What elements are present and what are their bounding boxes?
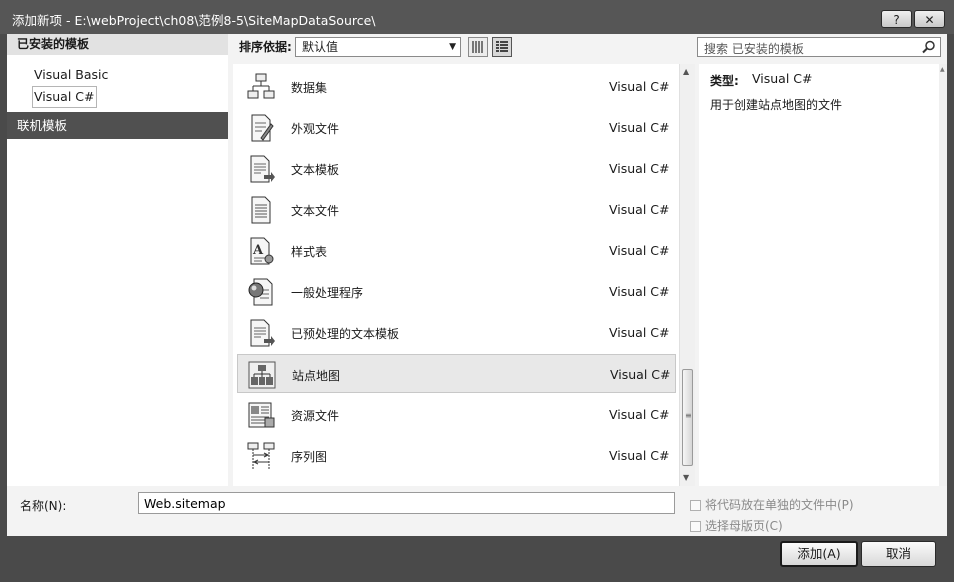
installed-templates-header[interactable]: 已安装的模板: [7, 34, 228, 55]
template-language: Visual C#: [609, 243, 670, 258]
template-language: Visual C#: [609, 161, 670, 176]
grip-icon: ≡: [685, 411, 692, 420]
checkbox-box[interactable]: [690, 500, 701, 511]
template-name: 序列图: [291, 450, 328, 464]
item-name-input[interactable]: [138, 492, 675, 514]
template-item-generic-handler[interactable]: 一般处理程序 Visual C#: [237, 272, 676, 311]
template-category-panel: 已安装的模板 Visual Basic Visual C# 联机模板: [7, 34, 228, 486]
cancel-button[interactable]: 取消: [861, 541, 936, 567]
svg-text:A: A: [252, 243, 264, 258]
scroll-up-icon[interactable]: ▲: [940, 66, 945, 73]
search-placeholder: 搜索 已安装的模板: [704, 42, 804, 56]
category-visual-basic[interactable]: Visual Basic: [34, 65, 108, 85]
add-new-item-dialog: 添加新项 - E:\webProject\ch08\范例8-5\SiteMapD…: [0, 0, 954, 582]
template-language: Visual C#: [610, 367, 671, 382]
template-item-resource-file[interactable]: 资源文件 Visual C#: [237, 395, 676, 434]
dialog-body: 已安装的模板 Visual Basic Visual C# 联机模板 排序依据:…: [7, 34, 947, 574]
type-value: Visual C#: [752, 71, 813, 86]
template-language: Visual C#: [609, 325, 670, 340]
template-item-sequence-diagram[interactable]: 序列图 Visual C#: [237, 436, 676, 475]
template-language: Visual C#: [609, 448, 670, 463]
grid-view-icon: [472, 41, 483, 53]
template-language: Visual C#: [609, 284, 670, 299]
scroll-up-icon[interactable]: ▲: [683, 67, 689, 76]
template-item-text-file[interactable]: 文本文件 Visual C#: [237, 190, 676, 229]
resource-file-icon: [248, 402, 275, 428]
checkbox-box[interactable]: [690, 521, 701, 532]
search-icon[interactable]: [922, 40, 936, 54]
title-bar[interactable]: 添加新项 - E:\webProject\ch08\范例8-5\SiteMapD…: [0, 0, 954, 34]
details-scrollbar[interactable]: ▲: [939, 64, 947, 486]
dataset-icon: [247, 73, 275, 99]
name-label: 名称(N):: [20, 499, 67, 513]
template-item-skin-file[interactable]: 外观文件 Visual C#: [237, 108, 676, 147]
template-name: 文本文件: [291, 204, 340, 218]
template-name: 资源文件: [291, 409, 340, 423]
checkbox-label: 选择母版页(C): [705, 519, 783, 533]
template-language: Visual C#: [609, 120, 670, 135]
list-view-icon: [496, 41, 508, 52]
template-item-stylesheet[interactable]: A 样式表 Visual C#: [237, 231, 676, 270]
template-item-dataset[interactable]: 数据集 Visual C#: [237, 67, 676, 106]
template-item-text-template[interactable]: 文本模板 Visual C#: [237, 149, 676, 188]
sort-by-label: 排序依据:: [239, 40, 292, 54]
separate-code-file-checkbox[interactable]: 将代码放在单独的文件中(P): [690, 496, 854, 512]
sort-by-dropdown[interactable]: 默认值 ▼: [295, 37, 461, 57]
category-visual-csharp[interactable]: Visual C#: [32, 86, 97, 108]
sort-by-value: 默认值: [302, 40, 339, 54]
generic-handler-icon: [248, 278, 273, 306]
template-search-input[interactable]: 搜索 已安装的模板: [697, 37, 941, 57]
medium-icons-view-button[interactable]: [468, 37, 488, 57]
template-item-preprocessed-text-template[interactable]: 已预处理的文本模板 Visual C#: [237, 313, 676, 352]
dropdown-arrow-icon: ▼: [449, 42, 456, 52]
template-list: 数据集 Visual C# 外观文件 Visual C# 文本模板 Visual…: [233, 64, 695, 486]
template-language: Visual C#: [609, 79, 670, 94]
text-file-icon: [251, 196, 271, 224]
template-name: 数据集: [291, 81, 328, 95]
template-language: Visual C#: [609, 202, 670, 217]
template-name: 文本模板: [291, 163, 340, 177]
template-description: 用于创建站点地图的文件: [710, 98, 843, 112]
scrollbar-thumb[interactable]: ≡: [682, 369, 693, 466]
checkbox-label: 将代码放在单独的文件中(P): [705, 498, 854, 512]
skin-file-icon: [251, 114, 274, 142]
scroll-down-icon[interactable]: ▼: [683, 473, 689, 482]
template-name: 外观文件: [291, 122, 340, 136]
template-name: 站点地图: [292, 369, 341, 383]
template-item-sitemap[interactable]: 站点地图 Visual C#: [237, 354, 676, 393]
template-name: 已预处理的文本模板: [291, 327, 400, 341]
stylesheet-icon: A: [250, 237, 274, 265]
list-view-button[interactable]: [492, 37, 512, 57]
add-button[interactable]: 添加(A): [780, 541, 858, 567]
template-name: 样式表: [291, 245, 328, 259]
template-language: Visual C#: [609, 407, 670, 422]
sequence-diagram-icon: [247, 442, 275, 469]
help-button[interactable]: ?: [881, 10, 912, 28]
close-button[interactable]: ✕: [914, 10, 945, 28]
preprocessed-template-icon: [250, 319, 275, 347]
template-list-scrollbar[interactable]: ▲ ≡ ▼: [679, 64, 695, 486]
text-template-icon: [250, 155, 275, 183]
window-title: 添加新项 - E:\webProject\ch08\范例8-5\SiteMapD…: [12, 13, 376, 28]
template-name: 一般处理程序: [291, 286, 364, 300]
online-templates-header[interactable]: 联机模板: [7, 112, 228, 139]
sitemap-icon: [248, 361, 276, 389]
type-label: 类型:: [710, 74, 739, 88]
select-master-page-checkbox[interactable]: 选择母版页(C): [690, 517, 783, 533]
template-details-panel: 类型: Visual C# 用于创建站点地图的文件 ▲: [699, 64, 947, 486]
